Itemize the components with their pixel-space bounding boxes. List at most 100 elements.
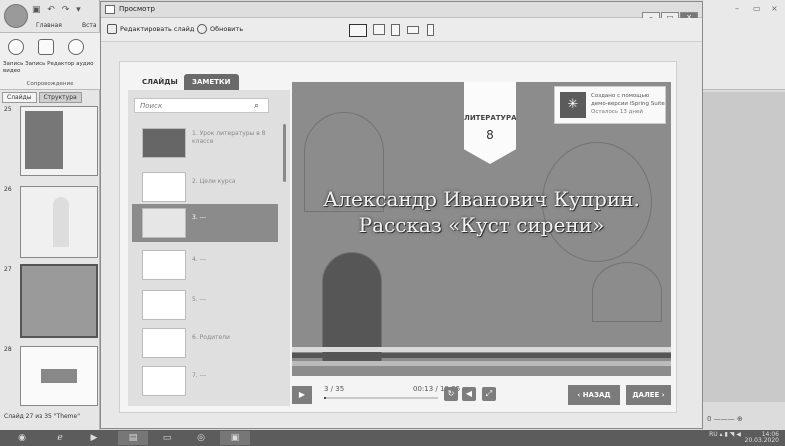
screen: ▣ ↶ ↷ ▾ Главная Вста Запись Запись Редак… <box>0 0 785 446</box>
list-item[interactable]: 1. Урок литературы в 8 классе <box>132 124 278 162</box>
tab-outline[interactable]: Структура <box>38 92 82 103</box>
zoom-level: 0 <box>707 415 712 423</box>
list-item[interactable]: 5. --- <box>132 286 278 324</box>
preview-window: Просмотр – ▭ × Редактировать слайд Обновит… <box>100 1 703 429</box>
badge-line-2: демо-версии iSpring Suite <box>591 101 665 107</box>
status-theme: "Theme" <box>53 413 80 420</box>
taskbar: ◉ ℯ ▶ ▤ ▭ ◎ ▣ RU ▴ ▮ ◥ ◀ 14:06 20.03.2020 <box>0 430 785 446</box>
desktop-view-icon[interactable] <box>349 24 367 37</box>
next-button[interactable]: ДАЛЕЕ › <box>626 385 671 405</box>
search-input[interactable]: Поиск <box>134 98 269 113</box>
slide-thumbnail-selected[interactable] <box>20 264 98 338</box>
refresh-icon <box>197 24 207 34</box>
edit-slide-button[interactable]: Редактировать слайд <box>107 24 194 34</box>
phone-landscape-icon[interactable] <box>407 26 419 34</box>
slide-thumbnail <box>142 290 186 320</box>
slide-number: 28 <box>4 346 12 353</box>
player-stage: СЛАЙДЫ ЗАМЕТКИ Поиск ⌕ 1. Урок литератур… <box>119 61 677 413</box>
list-item-selected[interactable]: 3. --- <box>132 204 278 242</box>
phone-portrait-icon[interactable] <box>427 24 434 36</box>
ribbon-group-label: Сопровождение <box>26 81 74 87</box>
badge-line-1: Создано с помощью <box>591 93 650 99</box>
slide-thumbnail[interactable] <box>20 186 98 258</box>
maximize-icon[interactable]: ▭ <box>753 4 761 13</box>
start-button[interactable]: ◉ <box>8 431 36 445</box>
ispring-logo-icon: ✳ <box>560 92 586 118</box>
slide-number: 26 <box>4 186 12 193</box>
slide-thumbnail <box>142 128 186 158</box>
ie-icon[interactable]: ℯ <box>48 431 72 445</box>
clock[interactable]: 14:06 20.03.2020 <box>745 432 779 444</box>
slide-number: 25 <box>4 106 12 113</box>
editor-icon[interactable] <box>68 39 84 55</box>
tab-slides[interactable]: СЛАЙДЫ <box>134 74 186 90</box>
outline-panel: СЛАЙДЫ ЗАМЕТКИ Поиск ⌕ 1. Урок литератур… <box>128 70 290 406</box>
tablet-landscape-icon[interactable] <box>373 24 385 35</box>
chrome-icon[interactable]: ◎ <box>186 431 216 445</box>
decorative-stripe <box>292 353 671 358</box>
subject-banner: ЛИТЕРАТУРА 8 <box>464 82 516 164</box>
status-bar: Слайд 27 из 35 "Theme" <box>4 413 80 420</box>
replay-button[interactable]: ↻ <box>444 387 458 401</box>
volume-button[interactable]: ◀ <box>462 387 476 401</box>
slide-thumbnail <box>142 208 186 238</box>
quick-access-toolbar[interactable]: ▣ ↶ ↷ ▾ <box>32 5 83 15</box>
status-slide-count: Слайд 27 из 35 <box>4 413 52 420</box>
tab-slides[interactable]: Слайды <box>2 92 37 103</box>
language-indicator[interactable]: RU <box>709 431 718 438</box>
scrollbar[interactable] <box>283 124 286 182</box>
list-item[interactable]: 6. Родители <box>132 324 278 362</box>
decorative-stripe <box>292 347 671 352</box>
slide-number: 27 <box>4 266 12 273</box>
slide-thumbnail <box>142 366 186 396</box>
badge-text: Создано с помощью демо-версии iSpring Su… <box>591 92 665 116</box>
window-titlebar: Просмотр – ▭ × <box>101 2 702 23</box>
folder-icon[interactable]: ▭ <box>152 431 182 445</box>
slide-title: Александр Иванович Куприн. Рассказ «Куст… <box>292 186 671 238</box>
ribbon-labels: Запись Запись Редактор аудио видео <box>3 61 94 74</box>
slide-title: 7. --- <box>192 372 207 379</box>
slide-thumbnail <box>142 328 186 358</box>
slide-list: Поиск ⌕ 1. Урок литературы в 8 классе 2.… <box>128 90 290 406</box>
grade-number: 8 <box>486 128 494 142</box>
slide-title: 2. Цели курса <box>192 178 236 185</box>
slide-title: 5. --- <box>192 296 207 303</box>
word-icon[interactable]: ▤ <box>118 431 148 445</box>
refresh-button[interactable]: Обновить <box>197 24 243 34</box>
sketch-figure <box>322 252 382 362</box>
media-player-icon[interactable]: ▶ <box>82 431 106 445</box>
slide-thumbnail[interactable] <box>20 346 98 406</box>
tab-home[interactable]: Главная <box>36 22 62 29</box>
search-icon[interactable]: ⌕ <box>254 101 259 111</box>
slide-thumbnail <box>142 172 186 202</box>
slide-thumbnail[interactable] <box>20 106 98 176</box>
demo-watermark-badge: ✳ Создано с помощью демо-версии iSpring … <box>554 86 666 124</box>
window-icon <box>105 5 115 14</box>
close-icon[interactable]: × <box>771 4 778 13</box>
slide-title-line-2: Рассказ «Куст сирени» <box>358 213 605 237</box>
tab-notes[interactable]: ЗАМЕТКИ <box>184 74 239 90</box>
fullscreen-button[interactable]: ⤢ <box>482 387 496 401</box>
back-button[interactable]: ‹ НАЗАД <box>568 385 620 405</box>
record-video-icon[interactable] <box>38 39 54 55</box>
progress-bar[interactable] <box>324 397 438 399</box>
list-item[interactable]: 7. --- <box>132 362 278 400</box>
slide-title: 3. --- <box>192 214 207 221</box>
powerpoint-right-pane: – ▭ × 0 ——— ⊕ <box>703 0 785 430</box>
record-audio-icon[interactable] <box>8 39 24 55</box>
tablet-portrait-icon[interactable] <box>391 24 400 36</box>
tab-insert[interactable]: Вста <box>82 22 97 29</box>
window-title: Просмотр <box>119 5 155 13</box>
ribbon: Запись Запись Редактор аудио видео Сопро… <box>0 32 100 90</box>
slide-title: 1. Урок литературы в 8 классе <box>192 130 266 145</box>
list-item[interactable]: 4. --- <box>132 246 278 284</box>
powerpoint-left-pane: ▣ ↶ ↷ ▾ Главная Вста Запись Запись Редак… <box>0 0 100 430</box>
minimize-icon[interactable]: – <box>735 4 739 13</box>
play-button[interactable]: ▶ <box>292 386 312 404</box>
zoom-slider[interactable]: 0 ——— ⊕ <box>707 415 743 423</box>
slide-thumbnail <box>142 250 186 280</box>
office-button[interactable] <box>4 4 28 28</box>
powerpoint-icon[interactable]: ▣ <box>220 431 250 445</box>
list-item[interactable]: 2. Цели курса <box>132 168 278 206</box>
sketch-portrait <box>592 262 662 322</box>
